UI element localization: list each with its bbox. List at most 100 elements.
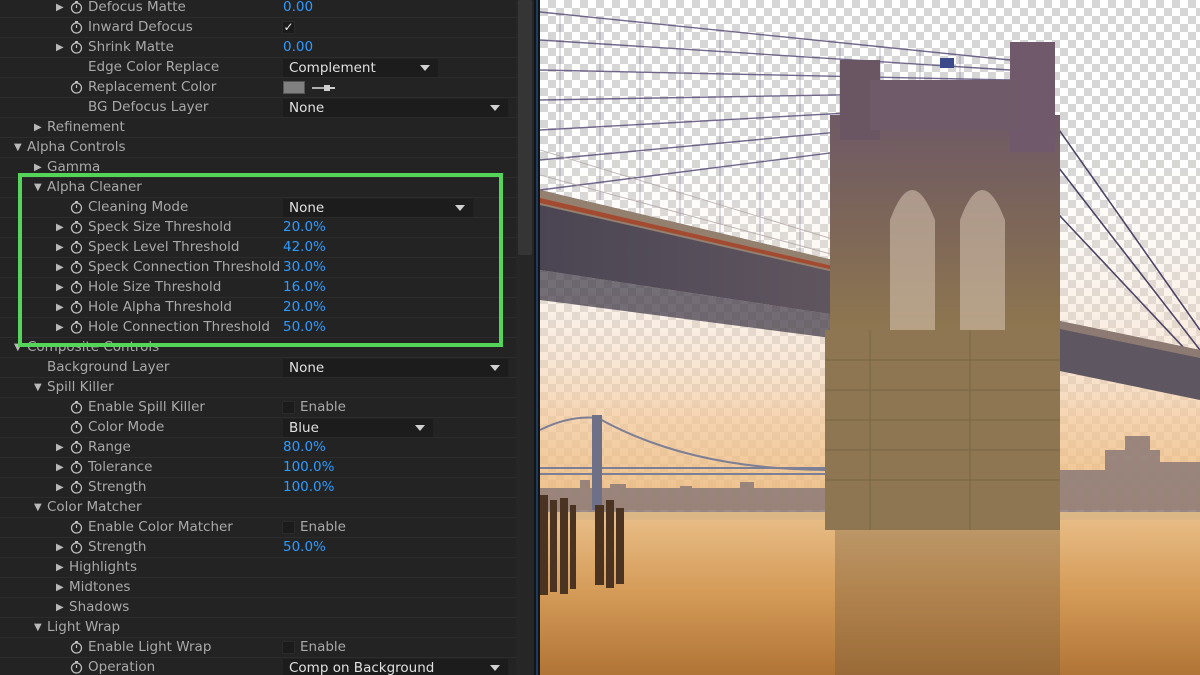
checkbox-label: Enable [300,399,346,415]
property-dropdown[interactable]: Blue [283,419,433,437]
chevron-down-icon [420,65,430,71]
stopwatch-icon[interactable] [70,541,83,554]
property-label: Inward Defocus [88,19,193,35]
property-value[interactable]: 100.0% [283,458,334,477]
stopwatch-icon[interactable] [70,461,83,474]
property-label: Enable Spill Killer [88,399,205,415]
twirl-open-icon[interactable]: ▼ [14,138,22,157]
property-row-strength[interactable]: ▶ Strength 50.0% [0,538,516,558]
property-row-shrink-matte[interactable]: ▶ Shrink Matte 0.00 [0,38,516,58]
twirl-closed-icon[interactable]: ▶ [56,578,64,597]
twirl-closed-icon[interactable]: ▶ [56,478,64,497]
property-row-range[interactable]: ▶ Range 80.0% [0,438,516,458]
property-value[interactable]: 0.00 [283,0,313,17]
dropdown-selected-value: Complement [289,60,376,76]
property-label: Midtones [69,579,131,595]
property-row-midtones[interactable]: ▶ Midtones [0,578,516,598]
property-label: Background Layer [47,359,170,375]
stopwatch-icon[interactable] [70,641,83,654]
chevron-down-icon [415,425,425,431]
twirl-closed-icon[interactable]: ▶ [56,438,64,457]
stopwatch-icon[interactable] [70,401,83,414]
property-row-highlights[interactable]: ▶ Highlights [0,558,516,578]
checkbox-label: Enable [300,639,346,655]
property-checkbox[interactable] [282,401,295,414]
twirl-closed-icon[interactable]: ▶ [56,38,64,57]
property-row-strength[interactable]: ▶ Strength 100.0% [0,478,516,498]
property-checkbox[interactable]: ✓ [282,21,295,34]
eyedropper-icon[interactable] [310,80,336,96]
property-row-inward-defocus[interactable]: Inward Defocus ✓ [0,18,516,38]
checkbox-label: Enable [300,519,346,535]
property-row-spill-killer[interactable]: ▼ Spill Killer [0,378,516,398]
twirl-closed-icon[interactable]: ▶ [56,558,64,577]
property-label: Shrink Matte [88,39,174,55]
property-dropdown[interactable]: None [283,359,508,377]
stopwatch-icon[interactable] [70,21,83,34]
property-row-edge-color-replace[interactable]: Edge Color Replace Complement [0,58,516,78]
twirl-open-icon[interactable]: ▼ [34,378,42,397]
stopwatch-icon[interactable] [70,521,83,534]
twirl-open-icon[interactable]: ▼ [34,498,42,517]
stopwatch-icon[interactable] [70,81,83,94]
alpha-cleaner-highlight-box [18,173,503,347]
twirl-closed-icon[interactable]: ▶ [56,598,64,617]
property-label: Color Matcher [47,499,142,515]
property-row-tolerance[interactable]: ▶ Tolerance 100.0% [0,458,516,478]
property-row-color-mode[interactable]: Color Mode Blue [0,418,516,438]
dropdown-selected-value: None [289,100,325,116]
property-row-defocus-matte[interactable]: ▶ Defocus Matte 0.00 [0,0,516,18]
property-value[interactable]: 0.00 [283,38,313,57]
property-dropdown[interactable]: Complement [283,59,438,77]
property-label: Spill Killer [47,379,114,395]
property-label: Enable Light Wrap [88,639,212,655]
property-label: Defocus Matte [88,0,186,15]
property-row-replacement-color[interactable]: Replacement Color [0,78,516,98]
property-label: Light Wrap [47,619,121,635]
stopwatch-icon[interactable] [70,441,83,454]
property-label: Highlights [69,559,137,575]
property-label: Tolerance [88,459,153,475]
property-dropdown[interactable]: Comp on Background [283,659,508,675]
property-label: Strength [88,539,147,555]
stopwatch-icon[interactable] [70,41,83,54]
property-row-alpha-controls[interactable]: ▼ Alpha Controls [0,138,516,158]
property-label: Alpha Controls [27,139,126,155]
property-row-light-wrap[interactable]: ▼ Light Wrap [0,618,516,638]
property-row-background-layer[interactable]: Background Layer None [0,358,516,378]
twirl-closed-icon[interactable]: ▶ [56,0,64,17]
stopwatch-icon[interactable] [70,421,83,434]
color-swatch[interactable] [283,81,305,94]
property-row-operation[interactable]: Operation Comp on Background [0,658,516,675]
property-row-shadows[interactable]: ▶ Shadows [0,598,516,618]
stopwatch-icon[interactable] [70,1,83,14]
property-value[interactable]: 100.0% [283,478,334,497]
property-label: BG Defocus Layer [88,99,209,115]
stopwatch-icon[interactable] [70,481,83,494]
panel-scrollbar-thumb[interactable] [518,0,532,255]
property-value[interactable]: 80.0% [283,438,326,457]
property-label: Color Mode [88,419,165,435]
chevron-down-icon [490,365,500,371]
property-row-enable-spill-killer[interactable]: Enable Spill Killer Enable [0,398,516,418]
property-row-refinement[interactable]: ▶ Refinement [0,118,516,138]
property-row-color-matcher[interactable]: ▼ Color Matcher [0,498,516,518]
twirl-closed-icon[interactable]: ▶ [34,118,42,137]
twirl-closed-icon[interactable]: ▶ [56,458,64,477]
dropdown-selected-value: Comp on Background [289,660,435,675]
property-label: Edge Color Replace [88,59,220,75]
stopwatch-icon[interactable] [70,661,83,674]
property-row-bg-defocus-layer[interactable]: BG Defocus Layer None [0,98,516,118]
twirl-open-icon[interactable]: ▼ [34,618,42,637]
property-value[interactable]: 50.0% [283,538,326,557]
property-label: Range [88,439,131,455]
composition-viewer[interactable] [540,0,1200,675]
dropdown-selected-value: Blue [289,420,319,436]
property-row-enable-color-matcher[interactable]: Enable Color Matcher Enable [0,518,516,538]
property-checkbox[interactable] [282,521,295,534]
property-dropdown[interactable]: None [283,99,508,117]
twirl-closed-icon[interactable]: ▶ [56,538,64,557]
property-row-enable-light-wrap[interactable]: Enable Light Wrap Enable [0,638,516,658]
chevron-down-icon [490,665,500,671]
property-checkbox[interactable] [282,641,295,654]
